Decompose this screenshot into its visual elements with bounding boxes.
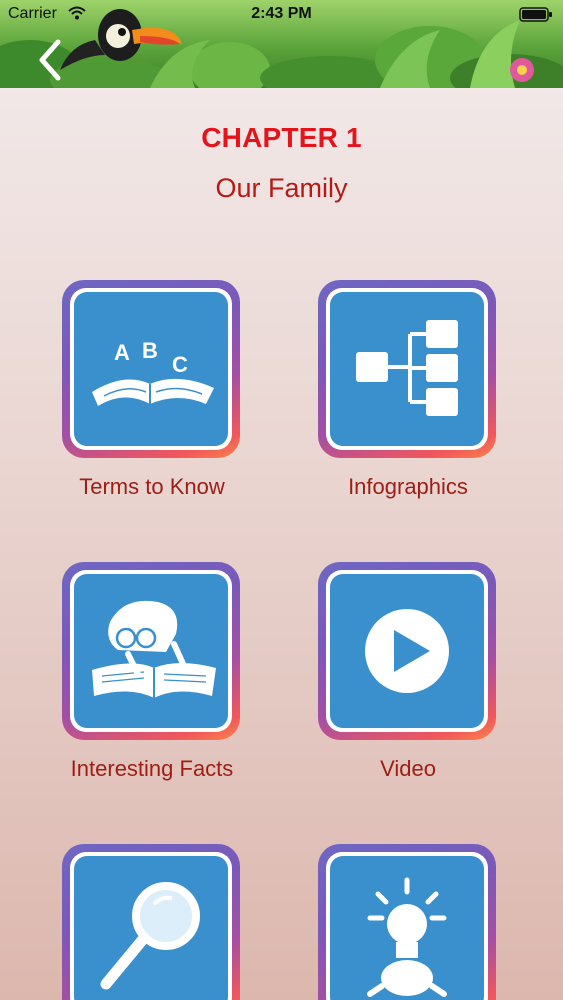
tile-frame (70, 852, 232, 1000)
svg-text:C: C (172, 352, 188, 377)
tile-face (330, 292, 484, 446)
video-label: Video (380, 756, 436, 781)
magnifier-button[interactable] (62, 844, 240, 1000)
tile-frame (326, 570, 488, 732)
idea-button[interactable] (318, 844, 496, 1000)
interesting-facts-label: Interesting Facts (70, 756, 234, 781)
tile-face (330, 856, 484, 1000)
tile-face (330, 574, 484, 728)
infographics-button[interactable] (318, 280, 496, 458)
terms-to-know-label: Terms to Know (79, 474, 225, 499)
video-button[interactable] (318, 562, 496, 740)
svg-text:A: A (114, 340, 130, 365)
interesting-facts-button[interactable] (62, 562, 240, 740)
reader-with-book-icon (92, 600, 216, 698)
tile-frame (326, 852, 488, 1000)
chapter-subtitle: Our Family (215, 173, 348, 203)
tile-face: A B C (74, 292, 228, 446)
infographics-label: Infographics (348, 474, 468, 499)
tile-frame: A B C (70, 288, 232, 450)
play-icon (365, 609, 449, 693)
tile-frame (326, 288, 488, 450)
back-button[interactable] (30, 38, 70, 82)
tile-face (74, 856, 228, 1000)
terms-to-know-button[interactable]: A B C (62, 280, 240, 458)
svg-text:B: B (142, 338, 158, 363)
open-book-abc-icon: A B C (92, 338, 214, 406)
chapter-title: CHAPTER 1 (201, 122, 362, 153)
status-bar: Carrier 2:43 PM (0, 0, 563, 28)
header-banner: Carrier 2:43 PM (0, 0, 563, 88)
chevron-left-icon (39, 39, 61, 81)
lightbulb-icon (367, 877, 447, 997)
hierarchy-diagram-icon (356, 320, 458, 416)
magnifying-glass-icon (100, 882, 200, 990)
tile-face (74, 574, 228, 728)
status-time: 2:43 PM (251, 5, 312, 22)
tile-frame (70, 570, 232, 732)
battery-icon (519, 7, 552, 22)
